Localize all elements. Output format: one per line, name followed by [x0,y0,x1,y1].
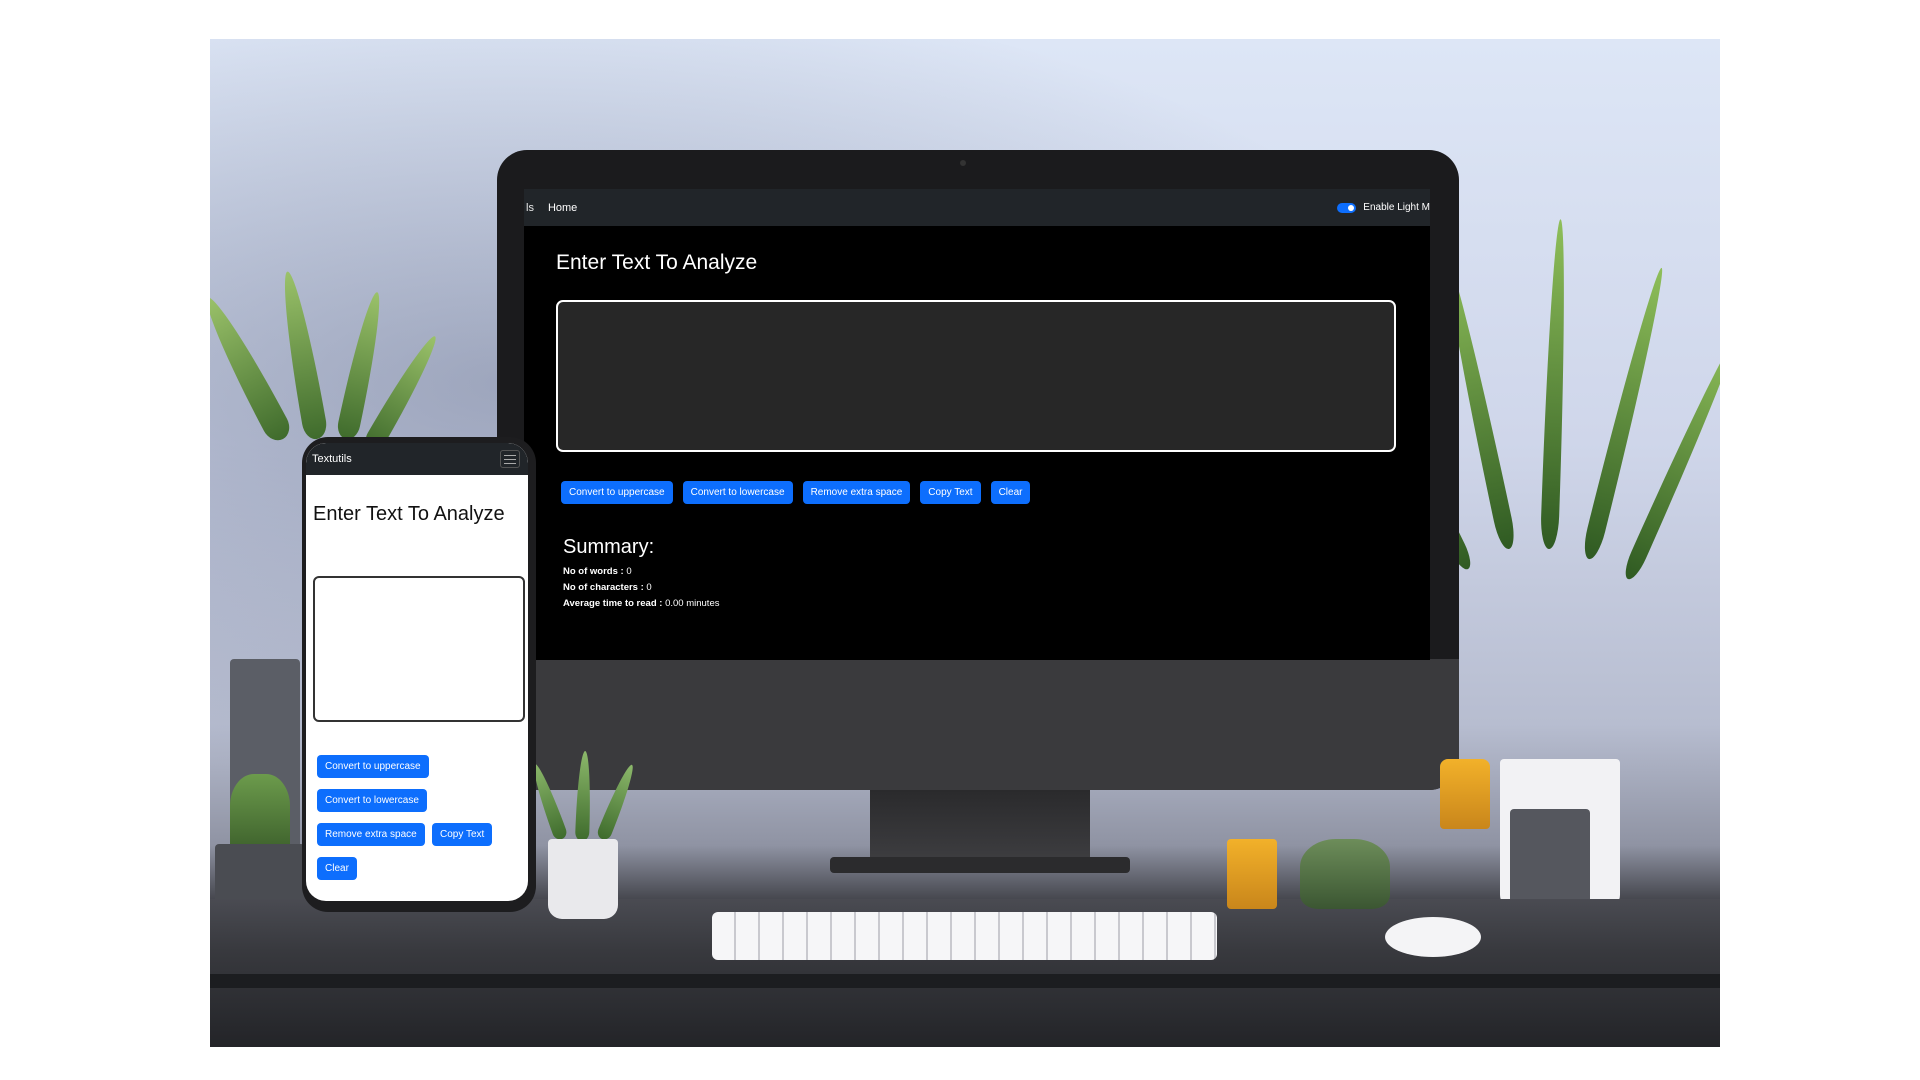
mobile-uppercase-button[interactable]: Convert to uppercase [317,755,429,778]
navbar: ls Home Enable Light M [524,189,1430,226]
char-count-label: No of characters : [563,582,644,593]
navbar-brand[interactable]: ls [526,202,534,214]
word-count-label: No of words : [563,566,624,577]
read-time: Average time to read : 0.00 minutes [563,596,719,612]
mouse [1385,917,1481,957]
keyboard [712,912,1217,960]
summary-title: Summary: [563,536,655,558]
remove-space-button[interactable]: Remove extra space [802,481,911,504]
char-count: No of characters : 0 [563,580,719,596]
read-time-label: Average time to read : [563,598,663,609]
mobile-navbar-brand[interactable]: Textutils [312,453,352,465]
char-count-value: 0 [646,582,652,593]
word-count-value: 0 [626,566,632,577]
webcam-icon [960,160,966,166]
desktop-app-screen: ls Home Enable Light M Enter Text To Ana… [524,189,1430,660]
mobile-page-title: Enter Text To Analyze [313,503,505,525]
succulent [1300,839,1390,909]
page-title: Enter Text To Analyze [556,251,758,274]
mobile-navbar: Textutils [306,443,528,475]
cactus [230,774,290,854]
hamburger-icon[interactable] [500,450,520,468]
monitor-chin [497,659,1459,790]
action-buttons: Convert to uppercase Convert to lowercas… [561,481,1031,504]
toggle-label: Enable Light M [1363,202,1430,213]
copy-text-button[interactable]: Copy Text [920,481,981,504]
toggle-switch-icon[interactable] [1337,202,1357,213]
nav-link-home[interactable]: Home [548,202,577,214]
uppercase-button[interactable]: Convert to uppercase [561,481,673,504]
mobile-app-screen: Textutils Enter Text To Analyze Convert … [306,443,528,901]
word-count: No of words : 0 [563,564,719,580]
summary-section: Summary: No of words : 0 No of character… [563,536,719,612]
yellow-cup [1227,839,1277,909]
desk-edge [210,974,1720,988]
mobile-remove-space-button[interactable]: Remove extra space [317,823,425,846]
mobile-lowercase-button[interactable]: Convert to lowercase [317,789,427,812]
clear-button[interactable]: Clear [990,481,1031,504]
monitor-stand [870,790,1090,860]
monitor-stand-base [830,857,1130,873]
plant-pot [548,839,618,919]
read-time-value: 0.00 minutes [665,598,720,609]
lowercase-button[interactable]: Convert to lowercase [682,481,793,504]
light-mode-toggle[interactable]: Enable Light M [1337,202,1430,213]
text-input-area[interactable] [556,300,1396,452]
mobile-clear-button[interactable]: Clear [317,857,357,880]
yellow-jar [1440,759,1490,829]
mobile-copy-text-button[interactable]: Copy Text [432,823,493,846]
mobile-text-input-area[interactable] [313,576,525,722]
